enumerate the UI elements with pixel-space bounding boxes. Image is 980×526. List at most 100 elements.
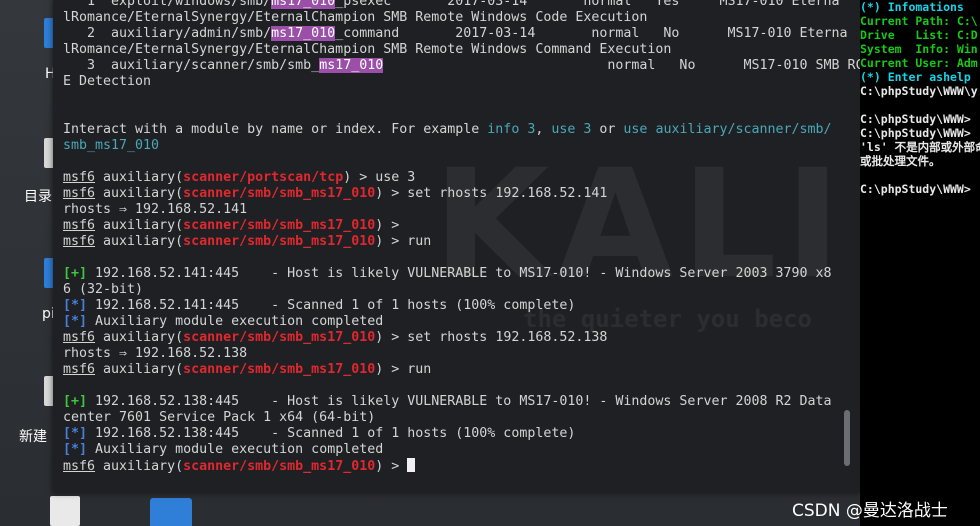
terminal-text: 3 auxiliary/scanner/smb/smb_ [63,58,320,73]
terminal-text: Auxiliary module execution completed [87,442,384,457]
terminal-text: msf6 [63,362,96,377]
terminal-text: smb_ms17_010 [63,138,160,153]
csdn-watermark: CSDN @曼达洛战士 [792,501,948,521]
terminal-text: use 3 [551,122,592,137]
terminal-line: msf6 auxiliary(scanner/portscan/tcp) > u… [63,170,843,186]
terminal-line: [+] 192.168.52.138:445 - Host is likely … [63,394,843,410]
terminal-text: use auxiliary/scanner/smb/ [623,122,832,137]
terminal-line: [*] Auxiliary module execution completed [63,314,843,330]
terminal-text: auxiliary( [95,186,184,201]
terminal-cursor [407,458,416,472]
console-line: C:\phpStudy\WWW> [860,182,971,196]
console-line: C:\phpStudy\WWW\y [860,84,978,98]
terminal-text: 192.168.52.138:445 - Scanned 1 of 1 host… [87,426,576,441]
terminal-line: E Detection [63,74,843,90]
terminal-text: ) > [375,218,400,233]
terminal-text: scanner/smb/smb_ms17_010 [183,186,376,201]
terminal-line: msf6 auxiliary(scanner/smb/smb_ms17_010)… [63,218,843,234]
terminal-output[interactable]: 1 exploit/windows/smb/ms17_010_psexec 20… [63,0,860,474]
terminal-text: 192.168.52.141:445 - Host is likely VULN… [87,266,832,281]
terminal-text: _command 2017-03-14 normal No MS17-010 E… [335,26,848,41]
terminal-line: 1 exploit/windows/smb/ms17_010_psexec 20… [63,0,843,10]
terminal-text: ) > set rhosts 192.168.52.138 [375,330,608,345]
terminal-text: scanner/smb/smb_ms17_010 [183,362,376,377]
terminal-text: lRomance/EternalSynergy/EternalChampion … [63,10,648,25]
terminal-text: [*] [63,298,88,313]
terminal-text: 192.168.52.141:445 - Scanned 1 of 1 host… [87,298,576,313]
terminal-text: msf6 [63,170,96,185]
terminal-text: ) > set rhosts 192.168.52.141 [375,186,608,201]
terminal-line: 2 auxiliary/admin/smb/ms17_010_command 2… [63,26,848,42]
terminal-line: rhosts ⇒ 192.168.52.141 [63,202,843,218]
terminal-line: msf6 auxiliary(scanner/smb/smb_ms17_010)… [63,234,843,250]
terminal-text: E Detection [63,74,152,89]
terminal-text: ) > [375,459,408,474]
terminal-line: [*] 192.168.52.141:445 - Scanned 1 of 1 … [63,298,843,314]
terminal-line: 3 auxiliary/scanner/smb/smb_ms17_010 nor… [63,58,860,74]
terminal-text: rhosts ⇒ 192.168.52.138 [63,346,248,361]
terminal-text: or [591,122,624,137]
terminal-line: rhosts ⇒ 192.168.52.138 [63,346,843,362]
terminal-line: 6 (32-bit) [63,282,843,298]
terminal-text: , [535,122,552,137]
antsword-console-panel[interactable]: (*) Infomations Current Path: C:\ Drive Li… [860,0,980,526]
terminal-text: 6 (32-bit) [63,282,144,297]
terminal-text: auxiliary( [95,170,184,185]
console-line: Current User: Adm [860,56,978,70]
terminal-text: ms17_010 [271,26,336,41]
terminal-text: auxiliary( [95,330,184,345]
file-icon[interactable] [50,496,80,526]
terminal-text: msf6 [63,186,96,201]
terminal-text: auxiliary( [95,218,184,233]
terminal-text: [*] [63,426,88,441]
terminal-scrollbar[interactable] [844,410,850,466]
terminal-text: scanner/smb/smb_ms17_010 [183,234,376,249]
terminal-text: normal No MS17-010 SMB RC [383,58,860,73]
terminal-text: msf6 [63,330,96,345]
console-line: C:\phpStudy\WWW> [860,112,971,126]
terminal-text: center 7601 Service Pack 1 x64 (64-bit) [63,410,376,425]
console-line: C:\phpStudy\WWW> [860,126,971,140]
console-line: (*) Enter ashelp [860,70,971,84]
console-line: 或批处理文件。 [860,154,941,168]
terminal-line: [*] Auxiliary module execution completed [63,442,843,458]
terminal-text: 192.168.52.138:445 - Host is likely VULN… [87,394,832,409]
console-line: Drive List: C:D [860,28,978,42]
terminal-line: smb_ms17_010 [63,138,843,154]
terminal-line: lRomance/EternalSynergy/EternalChampion … [63,42,843,58]
terminal-text: [*] [63,442,88,457]
terminal-text: ms17_010 [271,0,336,9]
terminal-line: msf6 auxiliary(scanner/smb/smb_ms17_010)… [63,330,843,346]
terminal-text: _psexec 2017-03-14 normal Yes MS17-010 E… [335,0,840,9]
terminal-text: [*] [63,314,88,329]
terminal-window[interactable]: KALI the quieter you beco 1 exploit/wind… [53,0,860,493]
terminal-text: scanner/smb/smb_ms17_010 [183,218,376,233]
terminal-text: auxiliary( [95,362,184,377]
terminal-text: scanner/portscan/tcp [183,170,344,185]
terminal-text: [+] [63,394,88,409]
terminal-text: info 3 [487,122,536,137]
terminal-text: rhosts ⇒ 192.168.52.141 [63,202,248,217]
folder-icon[interactable] [150,498,192,526]
console-line: (*) Infomations [860,0,964,14]
terminal-text: ) > run [375,234,432,249]
terminal-text: msf6 [63,218,96,233]
terminal-text: ) > use 3 [343,170,416,185]
console-output: (*) Infomations Current Path: C:\ Drive Li… [860,0,980,196]
terminal-text: 2 auxiliary/admin/smb/ [63,26,272,41]
terminal-line: [*] 192.168.52.138:445 - Scanned 1 of 1 … [63,426,843,442]
terminal-line: msf6 auxiliary(scanner/smb/smb_ms17_010)… [63,458,843,474]
terminal-text: Auxiliary module execution completed [87,314,384,329]
terminal-line: [+] 192.168.52.141:445 - Host is likely … [63,266,843,282]
terminal-line: lRomance/EternalSynergy/EternalChampion … [63,10,843,26]
terminal-text: scanner/smb/smb_ms17_010 [183,459,376,474]
terminal-text: [+] [63,266,88,281]
terminal-line: center 7601 Service Pack 1 x64 (64-bit) [63,410,843,426]
